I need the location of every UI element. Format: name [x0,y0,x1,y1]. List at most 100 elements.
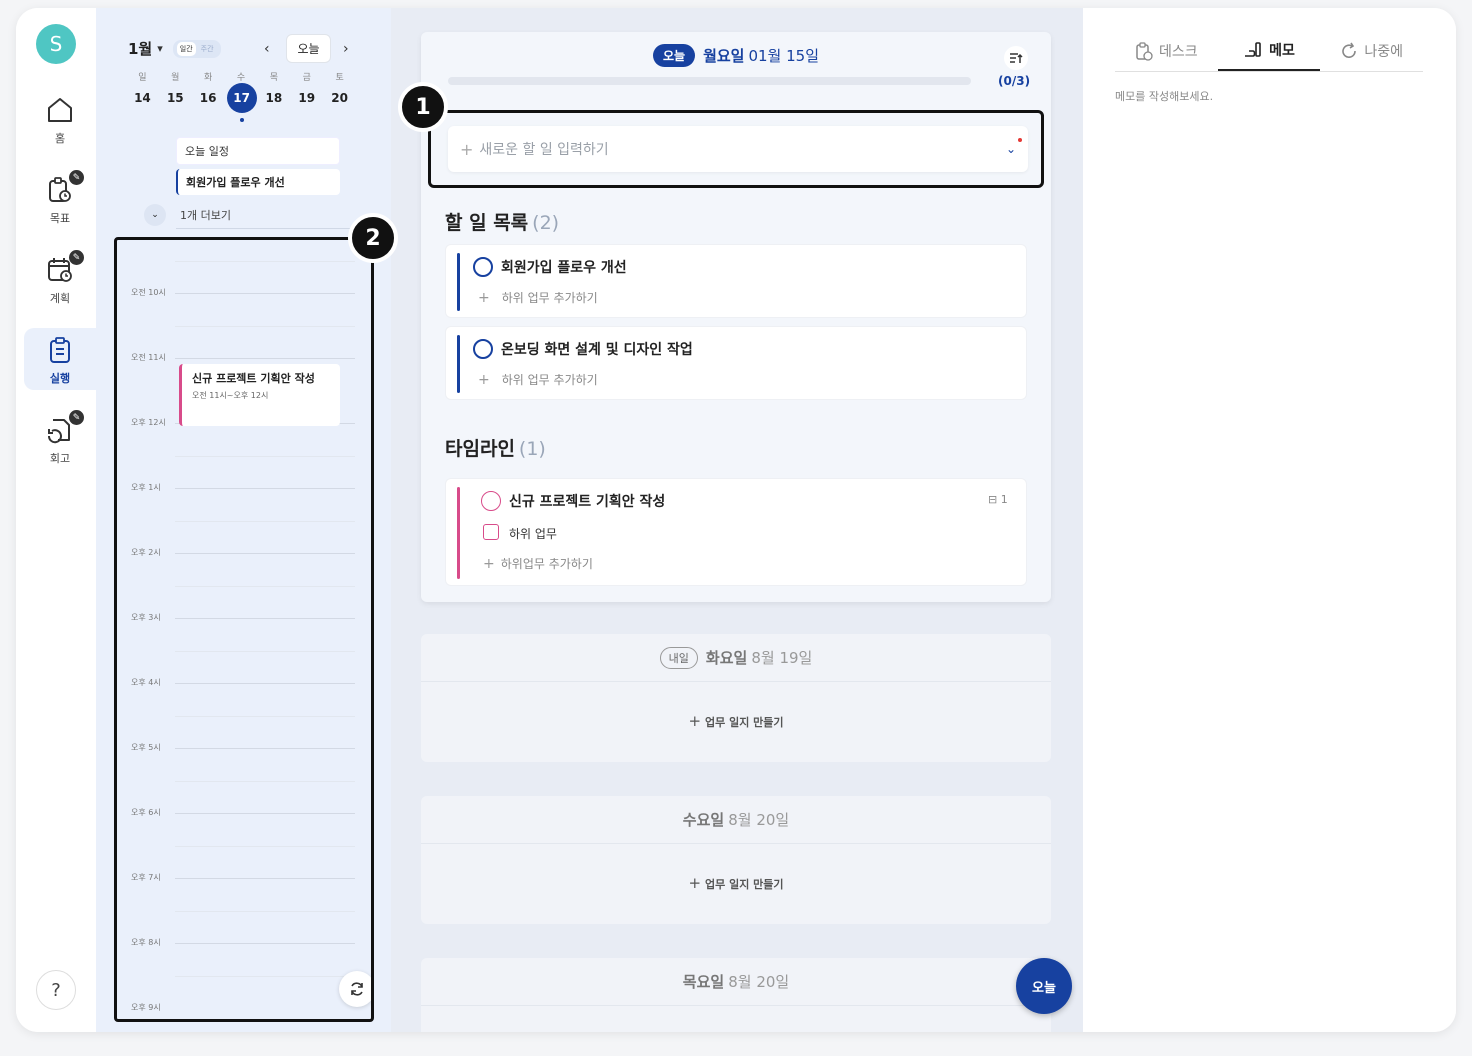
today-schedule-item[interactable]: 회원가입 플로우 개선 [176,169,340,195]
task-checkbox[interactable] [473,257,493,277]
goal-icon: ✎ [44,170,84,206]
show-more-row[interactable]: ⌄ 1개 더보기 [144,204,231,226]
new-task-placeholder[interactable]: 새로운 할 일 입력하기 [479,139,1006,159]
tab-memo[interactable]: 메모 [1217,30,1321,71]
nav-home[interactable]: 홈 [24,88,96,150]
view-daily[interactable]: 일간 [176,41,196,56]
date-cell[interactable]: 18 [257,83,290,113]
chevron-left-icon[interactable]: ‹ [264,41,270,57]
day-card-thu: 목요일 8월 20일 [421,958,1051,1032]
create-log-button[interactable]: + 업무 일지 만들기 [421,712,1051,730]
nav-execute[interactable]: 실행 [24,328,96,390]
plus-icon: + [460,139,474,159]
task-color-bar [457,253,460,311]
calendar-panel: 1월 ▾ 일간 주간 ‹ 오늘 › 일 월 화 수 목 금 토 14 15 16 [96,8,391,1032]
edit-badge-icon: ✎ [69,410,84,425]
task-checkbox[interactable] [473,339,493,359]
nav-retro[interactable]: ✎ 회고 [24,408,96,470]
calendar-header: 1월 ▾ 일간 주간 [128,38,221,59]
hour-line [175,553,355,554]
add-subtask[interactable]: + 하위 업무 추가하기 [478,289,598,306]
half-hour-line [175,781,355,782]
desk-icon [1136,41,1153,61]
nav-plan[interactable]: ✎ 계획 [24,248,96,310]
tab-desk-label: 데스크 [1159,43,1198,60]
week-strip: 일 월 화 수 목 금 토 14 15 16 17 18 19 20 [126,70,356,113]
avatar[interactable]: S [36,24,76,64]
task-color-bar [457,487,460,579]
add-subtask[interactable]: + 하위업무 추가하기 [483,555,593,572]
refresh-button[interactable] [339,971,371,1007]
tab-memo-label: 메모 [1269,42,1295,59]
today-card-header: 오늘 월요일 01월 15일 [421,44,1051,67]
hour-line [175,878,355,879]
tab-later[interactable]: 나중에 [1320,30,1423,71]
date-cell-selected[interactable]: 17 [225,83,258,113]
add-subtask-label: 하위업무 추가하기 [500,557,593,571]
hour-line [175,943,355,944]
task-checkbox[interactable] [481,491,501,511]
notification-dot [1018,138,1022,142]
create-log-label: 업무 일지 만들기 [705,716,784,729]
hour-label: 오후 2시 [131,548,161,557]
today-button[interactable]: 오늘 [286,34,331,63]
plus-icon: + [483,556,495,572]
half-hour-line [175,716,355,717]
tab-desk[interactable]: 데스크 [1115,30,1218,71]
nav-goal-label: 목표 [49,212,71,225]
month-selector[interactable]: 1월 [128,38,152,59]
day-date: 8월 19일 [751,649,813,667]
hour-line [175,683,355,684]
callout-badge-2: 2 [348,213,398,263]
calendar-event[interactable]: 신규 프로젝트 기획안 작성 오전 11시~오후 12시 [179,364,340,426]
view-toggle[interactable]: 일간 주간 [172,39,221,58]
task-card[interactable]: 온보딩 화면 설계 및 디자인 작업 + 하위 업무 추가하기 [445,326,1027,400]
hour-label: 오후 7시 [131,873,161,882]
half-hour-line [175,976,355,977]
retro-icon: ✎ [44,410,84,446]
dow-label: 일 [138,73,147,83]
date-cell[interactable]: 15 [159,83,192,113]
add-subtask[interactable]: + 하위 업무 추가하기 [478,371,598,388]
view-weekly[interactable]: 주간 [198,42,217,56]
chevron-down-icon[interactable]: ▾ [157,42,163,55]
day-timeline[interactable]: 오전 10시 오전 11시 오후 12시 오후 1시 오후 2시 오후 3시 오… [114,237,374,1022]
date-cell[interactable]: 14 [126,83,159,113]
half-hour-line [175,911,355,912]
date-cell[interactable]: 19 [290,83,323,113]
today-card: 오늘 월요일 01월 15일 (0/3) + 새로운 할 일 입력하기 ⌄ 할 … [421,32,1051,602]
show-more-label[interactable]: 1개 더보기 [180,207,231,223]
event-title: 신규 프로젝트 기획안 작성 [192,372,315,385]
chevron-down-icon[interactable]: ⌄ [144,204,166,226]
hour-row: 오후 9시 [117,1003,371,1019]
timeline-task-card[interactable]: 신규 프로젝트 기획안 작성 ⊟ 1 하위 업무 + 하위업무 추가하기 [445,478,1027,586]
memo-placeholder[interactable]: 메모를 작성해보세요. [1115,88,1213,104]
nav-goal[interactable]: ✎ 목표 [24,168,96,230]
chevron-down-icon[interactable]: ⌄ [1006,138,1022,156]
callout-badge-1: 1 [398,82,448,132]
date-cell[interactable]: 20 [323,83,356,113]
hour-label: 오전 10시 [131,288,166,297]
today-fab-button[interactable]: 오늘 [1016,958,1072,1014]
task-card[interactable]: 회원가입 플로우 개선 + 하위 업무 추가하기 [445,244,1027,318]
hour-label: 오후 6시 [131,808,161,817]
refresh-icon [351,982,363,996]
subtask-checkbox[interactable] [483,524,499,540]
half-hour-line [175,586,355,587]
day-card-wed: 수요일 8월 20일 + 업무 일지 만들기 [421,796,1051,924]
todo-count: (2) [532,212,560,234]
timeline-title: 타임라인 [445,438,515,460]
help-button[interactable]: ? [36,970,76,1010]
sort-icon[interactable] [1004,46,1028,70]
half-hour-line [175,521,355,522]
timeline-section-title: 타임라인 (1) [445,434,546,461]
plus-icon: + [478,372,490,388]
chevron-right-icon[interactable]: › [343,41,349,57]
task-title: 회원가입 플로우 개선 [501,260,627,276]
half-hour-line [175,261,355,262]
date-cell[interactable]: 16 [192,83,225,113]
new-task-input[interactable]: + 새로운 할 일 입력하기 ⌄ [448,126,1028,172]
divider [176,228,357,229]
edit-badge-icon: ✎ [69,250,84,265]
create-log-button[interactable]: + 업무 일지 만들기 [421,874,1051,892]
